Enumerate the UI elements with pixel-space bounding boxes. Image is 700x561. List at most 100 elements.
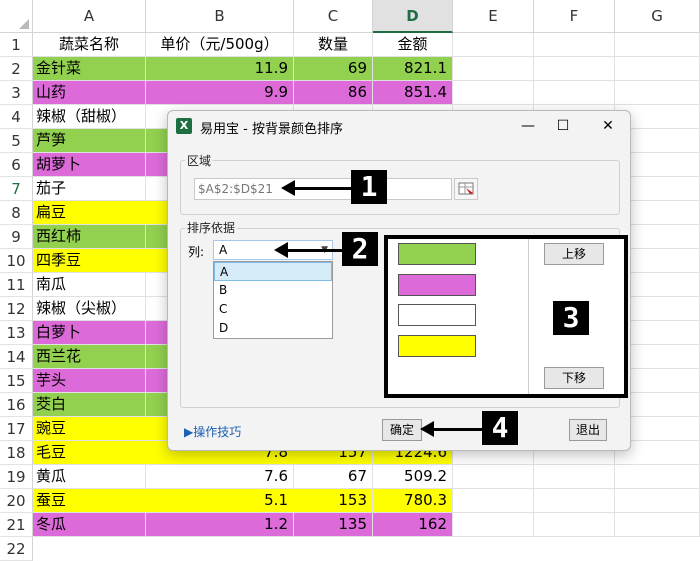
vegetable-name-cell[interactable]: 芦笋 (33, 129, 146, 153)
minimize-button[interactable]: — (513, 115, 543, 137)
ok-button[interactable]: 确定 (382, 419, 422, 441)
amount-cell[interactable]: 821.1 (373, 57, 453, 81)
row-header[interactable]: 6 (0, 153, 33, 177)
amount-cell[interactable]: 162 (373, 513, 453, 537)
price-cell[interactable]: 5.1 (146, 489, 294, 513)
empty-cell[interactable] (453, 57, 534, 81)
move-down-button[interactable]: 下移 (544, 367, 604, 389)
row-header[interactable]: 21 (0, 513, 33, 537)
tips-link[interactable]: ▶操作技巧 (184, 423, 241, 440)
qty-cell[interactable]: 69 (294, 57, 373, 81)
vegetable-name-cell[interactable]: 蚕豆 (33, 489, 146, 513)
row-header[interactable]: 10 (0, 249, 33, 273)
row-header[interactable]: 14 (0, 345, 33, 369)
qty-cell[interactable]: 67 (294, 465, 373, 489)
vegetable-name-cell[interactable]: 金针菜 (33, 57, 146, 81)
color-swatch-pink[interactable] (398, 274, 476, 296)
empty-cell[interactable] (534, 489, 615, 513)
vegetable-name-cell[interactable]: 胡萝卜 (33, 153, 146, 177)
empty-cell[interactable] (615, 513, 700, 537)
header-cell[interactable]: 金额 (373, 33, 453, 57)
column-header-b[interactable]: B (146, 0, 294, 33)
column-header-f[interactable]: F (534, 0, 615, 33)
vegetable-name-cell[interactable]: 芋头 (33, 369, 146, 393)
row-header[interactable]: 16 (0, 393, 33, 417)
color-swatch-green[interactable] (398, 243, 476, 265)
exit-button[interactable]: 退出 (569, 419, 607, 441)
vegetable-name-cell[interactable]: 辣椒（甜椒） (33, 105, 146, 129)
qty-cell[interactable]: 135 (294, 513, 373, 537)
amount-cell[interactable]: 509.2 (373, 465, 453, 489)
vegetable-name-cell[interactable]: 豌豆 (33, 417, 146, 441)
column-header-e[interactable]: E (453, 0, 534, 33)
vegetable-name-cell[interactable]: 茄子 (33, 177, 146, 201)
empty-cell[interactable] (615, 57, 700, 81)
empty-cell[interactable] (453, 81, 534, 105)
row-header[interactable]: 8 (0, 201, 33, 225)
amount-cell[interactable]: 780.3 (373, 489, 453, 513)
color-swatch-yellow[interactable] (398, 335, 476, 357)
row-header[interactable]: 20 (0, 489, 33, 513)
empty-cell[interactable] (534, 465, 615, 489)
column-header-a[interactable]: A (33, 0, 146, 33)
vegetable-name-cell[interactable]: 西红柿 (33, 225, 146, 249)
header-cell[interactable]: 蔬菜名称 (33, 33, 146, 57)
vegetable-name-cell[interactable]: 黄瓜 (33, 465, 146, 489)
row-header[interactable]: 2 (0, 57, 33, 81)
vegetable-name-cell[interactable]: 冬瓜 (33, 513, 146, 537)
row-header[interactable]: 9 (0, 225, 33, 249)
row-header[interactable]: 7 (0, 177, 33, 201)
vegetable-name-cell[interactable]: 山药 (33, 81, 146, 105)
move-up-button[interactable]: 上移 (544, 243, 604, 265)
price-cell[interactable]: 9.9 (146, 81, 294, 105)
vegetable-name-cell[interactable]: 南瓜 (33, 273, 146, 297)
column-option[interactable]: B (214, 281, 332, 300)
select-all-corner[interactable] (0, 0, 33, 33)
empty-cell[interactable] (453, 33, 534, 57)
price-cell[interactable]: 7.6 (146, 465, 294, 489)
row-header[interactable]: 15 (0, 369, 33, 393)
row-header[interactable]: 11 (0, 273, 33, 297)
empty-cell[interactable] (615, 33, 700, 57)
empty-cell[interactable] (615, 81, 700, 105)
price-cell[interactable]: 11.9 (146, 57, 294, 81)
vegetable-name-cell[interactable]: 四季豆 (33, 249, 146, 273)
row-header[interactable]: 1 (0, 33, 33, 57)
empty-cell[interactable] (615, 465, 700, 489)
maximize-button[interactable]: ☐ (548, 115, 578, 137)
row-header[interactable]: 12 (0, 297, 33, 321)
empty-cell[interactable] (453, 465, 534, 489)
row-header[interactable]: 4 (0, 105, 33, 129)
empty-cell[interactable] (534, 57, 615, 81)
column-header-c[interactable]: C (294, 0, 373, 33)
empty-cell[interactable] (534, 33, 615, 57)
column-header-g[interactable]: G (615, 0, 700, 33)
close-button[interactable]: ✕ (593, 115, 623, 137)
vegetable-name-cell[interactable]: 白萝卜 (33, 321, 146, 345)
row-header[interactable]: 5 (0, 129, 33, 153)
header-cell[interactable]: 数量 (294, 33, 373, 57)
qty-cell[interactable]: 86 (294, 81, 373, 105)
price-cell[interactable]: 1.2 (146, 513, 294, 537)
empty-cell[interactable] (453, 489, 534, 513)
range-picker-button[interactable] (454, 178, 478, 200)
row-header[interactable]: 18 (0, 441, 33, 465)
column-option[interactable]: D (214, 319, 332, 338)
row-header[interactable]: 13 (0, 321, 33, 345)
vegetable-name-cell[interactable]: 毛豆 (33, 441, 146, 465)
color-swatch-white[interactable] (398, 304, 476, 326)
row-header[interactable]: 3 (0, 81, 33, 105)
empty-cell[interactable] (534, 513, 615, 537)
column-option[interactable]: C (214, 300, 332, 319)
header-cell[interactable]: 单价（元/500g） (146, 33, 294, 57)
empty-cell[interactable] (534, 81, 615, 105)
vegetable-name-cell[interactable]: 茭白 (33, 393, 146, 417)
vegetable-name-cell[interactable]: 辣椒（尖椒） (33, 297, 146, 321)
qty-cell[interactable]: 153 (294, 489, 373, 513)
empty-cell[interactable] (453, 513, 534, 537)
amount-cell[interactable]: 851.4 (373, 81, 453, 105)
row-header[interactable]: 19 (0, 465, 33, 489)
row-header[interactable]: 17 (0, 417, 33, 441)
column-header-d[interactable]: D (373, 0, 453, 33)
vegetable-name-cell[interactable]: 西兰花 (33, 345, 146, 369)
